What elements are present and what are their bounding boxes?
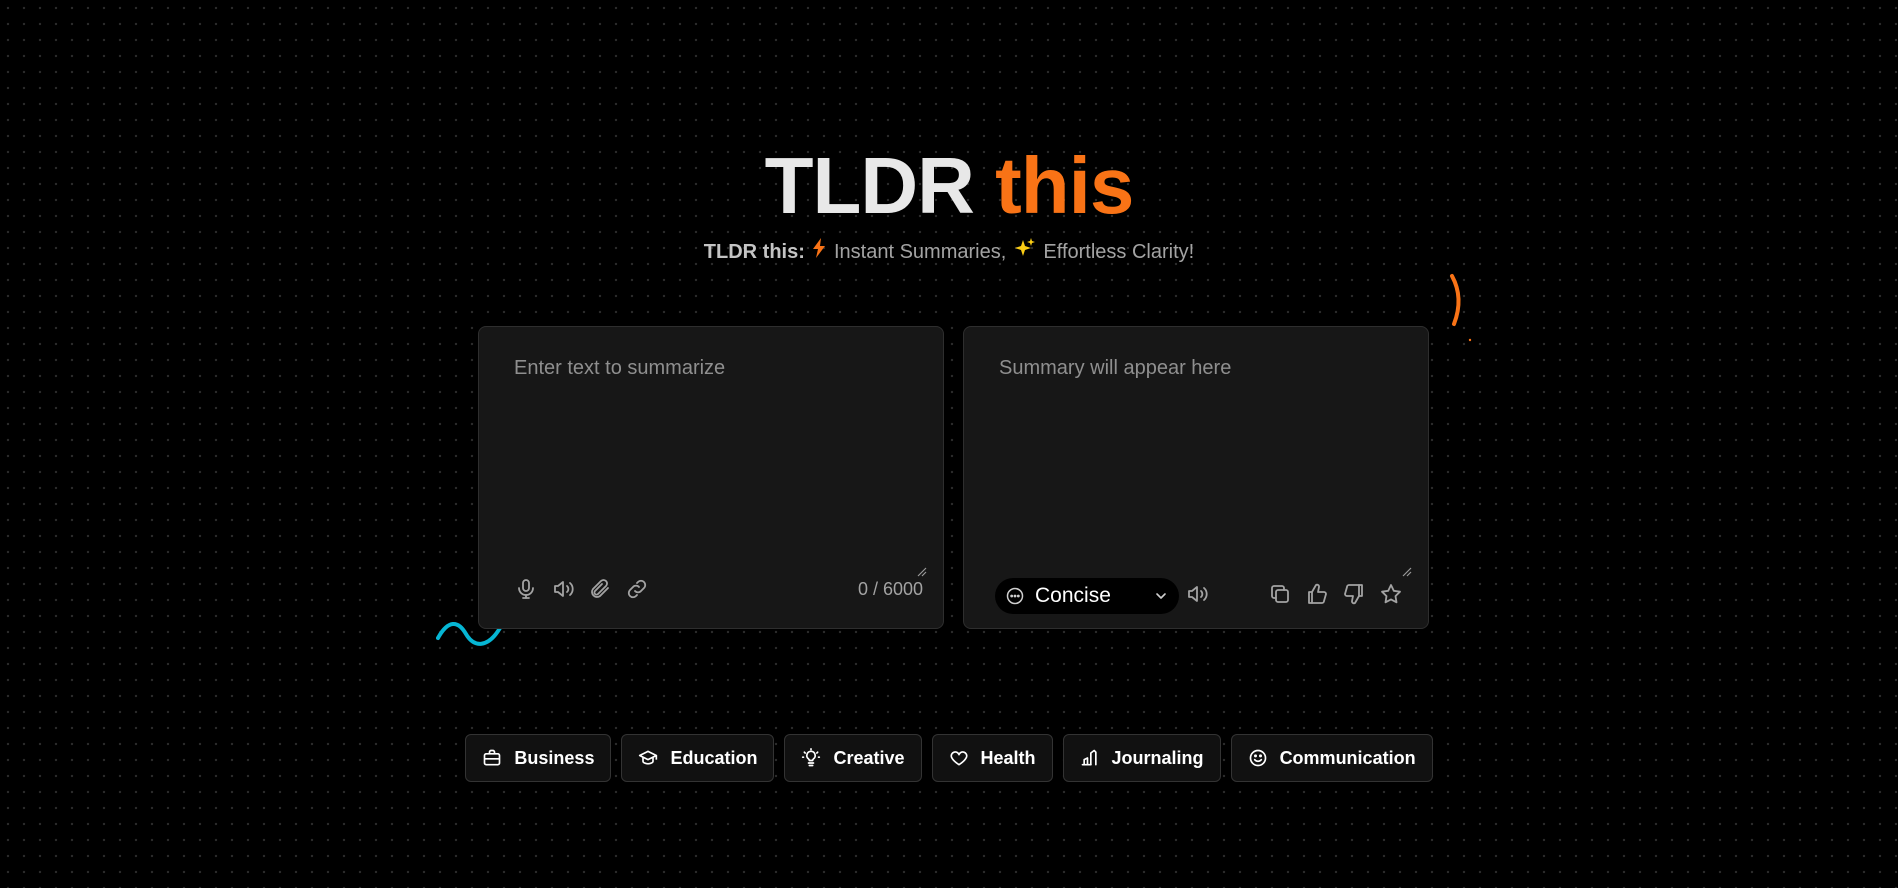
subtitle: TLDR this: Instant Summaries, Effortless… bbox=[0, 238, 1898, 265]
sparkles-icon bbox=[1014, 238, 1036, 265]
resize-handle-icon[interactable] bbox=[1402, 567, 1412, 577]
category-chips: Business Education Creative Health Journ… bbox=[0, 734, 1898, 782]
category-creative[interactable]: Creative bbox=[784, 734, 922, 782]
category-label: Journaling bbox=[1111, 747, 1204, 768]
category-communication[interactable]: Communication bbox=[1230, 734, 1433, 782]
category-journaling[interactable]: Journaling bbox=[1062, 734, 1221, 782]
title-part-tldr: TLDR bbox=[764, 141, 975, 230]
thumbs-up-icon[interactable] bbox=[1302, 579, 1332, 609]
page-title: TLDR this bbox=[0, 138, 1898, 234]
title-part-this: this bbox=[995, 141, 1134, 230]
thumbs-down-icon[interactable] bbox=[1339, 579, 1369, 609]
category-label: Communication bbox=[1279, 747, 1416, 768]
subtitle-part2: Effortless Clarity! bbox=[1043, 241, 1195, 263]
output-panel: Summary will appear here Concise bbox=[963, 326, 1429, 629]
summary-mode-select[interactable]: Concise bbox=[995, 578, 1179, 614]
output-toolbar bbox=[1265, 579, 1406, 609]
subtitle-part1: Instant Summaries, bbox=[834, 241, 1007, 263]
briefcase-icon bbox=[484, 749, 501, 766]
mode-icon bbox=[1006, 587, 1024, 605]
lightbulb-icon bbox=[802, 748, 821, 767]
output-speak-row bbox=[1182, 579, 1212, 609]
input-toolbar bbox=[511, 574, 652, 604]
input-textarea-placeholder[interactable]: Enter text to summarize bbox=[514, 357, 725, 380]
chevron-down-icon bbox=[1156, 593, 1166, 599]
microphone-icon[interactable] bbox=[511, 574, 541, 604]
speaker-icon[interactable] bbox=[1182, 579, 1212, 609]
category-health[interactable]: Health bbox=[931, 734, 1053, 782]
decorative-arc bbox=[1450, 274, 1472, 342]
resize-handle-icon[interactable] bbox=[917, 567, 927, 577]
heart-icon bbox=[950, 751, 968, 766]
category-label: Creative bbox=[833, 747, 905, 768]
star-icon[interactable] bbox=[1376, 579, 1406, 609]
link-icon[interactable] bbox=[622, 574, 652, 604]
page: TLDR this TLDR this: Instant Summaries, … bbox=[0, 0, 1898, 888]
speaker-icon[interactable] bbox=[548, 574, 578, 604]
category-label: Business bbox=[514, 747, 595, 768]
graduation-cap-icon bbox=[639, 750, 658, 765]
output-placeholder: Summary will appear here bbox=[999, 357, 1232, 379]
category-business[interactable]: Business bbox=[465, 734, 612, 782]
input-panel[interactable]: Enter text to summarize 0 / 6000 bbox=[478, 326, 944, 629]
summary-mode-value: Concise bbox=[1035, 584, 1111, 607]
character-counter: 0 / 6000 bbox=[857, 579, 923, 599]
category-label: Education bbox=[670, 747, 758, 768]
subtitle-lead: TLDR this: bbox=[703, 241, 805, 263]
lightning-icon bbox=[812, 238, 826, 265]
category-education[interactable]: Education bbox=[621, 734, 775, 782]
copy-icon[interactable] bbox=[1265, 579, 1295, 609]
smile-icon bbox=[1249, 749, 1266, 767]
paperclip-icon[interactable] bbox=[585, 574, 615, 604]
pen-icon bbox=[1081, 749, 1097, 766]
category-label: Health bbox=[980, 747, 1036, 768]
